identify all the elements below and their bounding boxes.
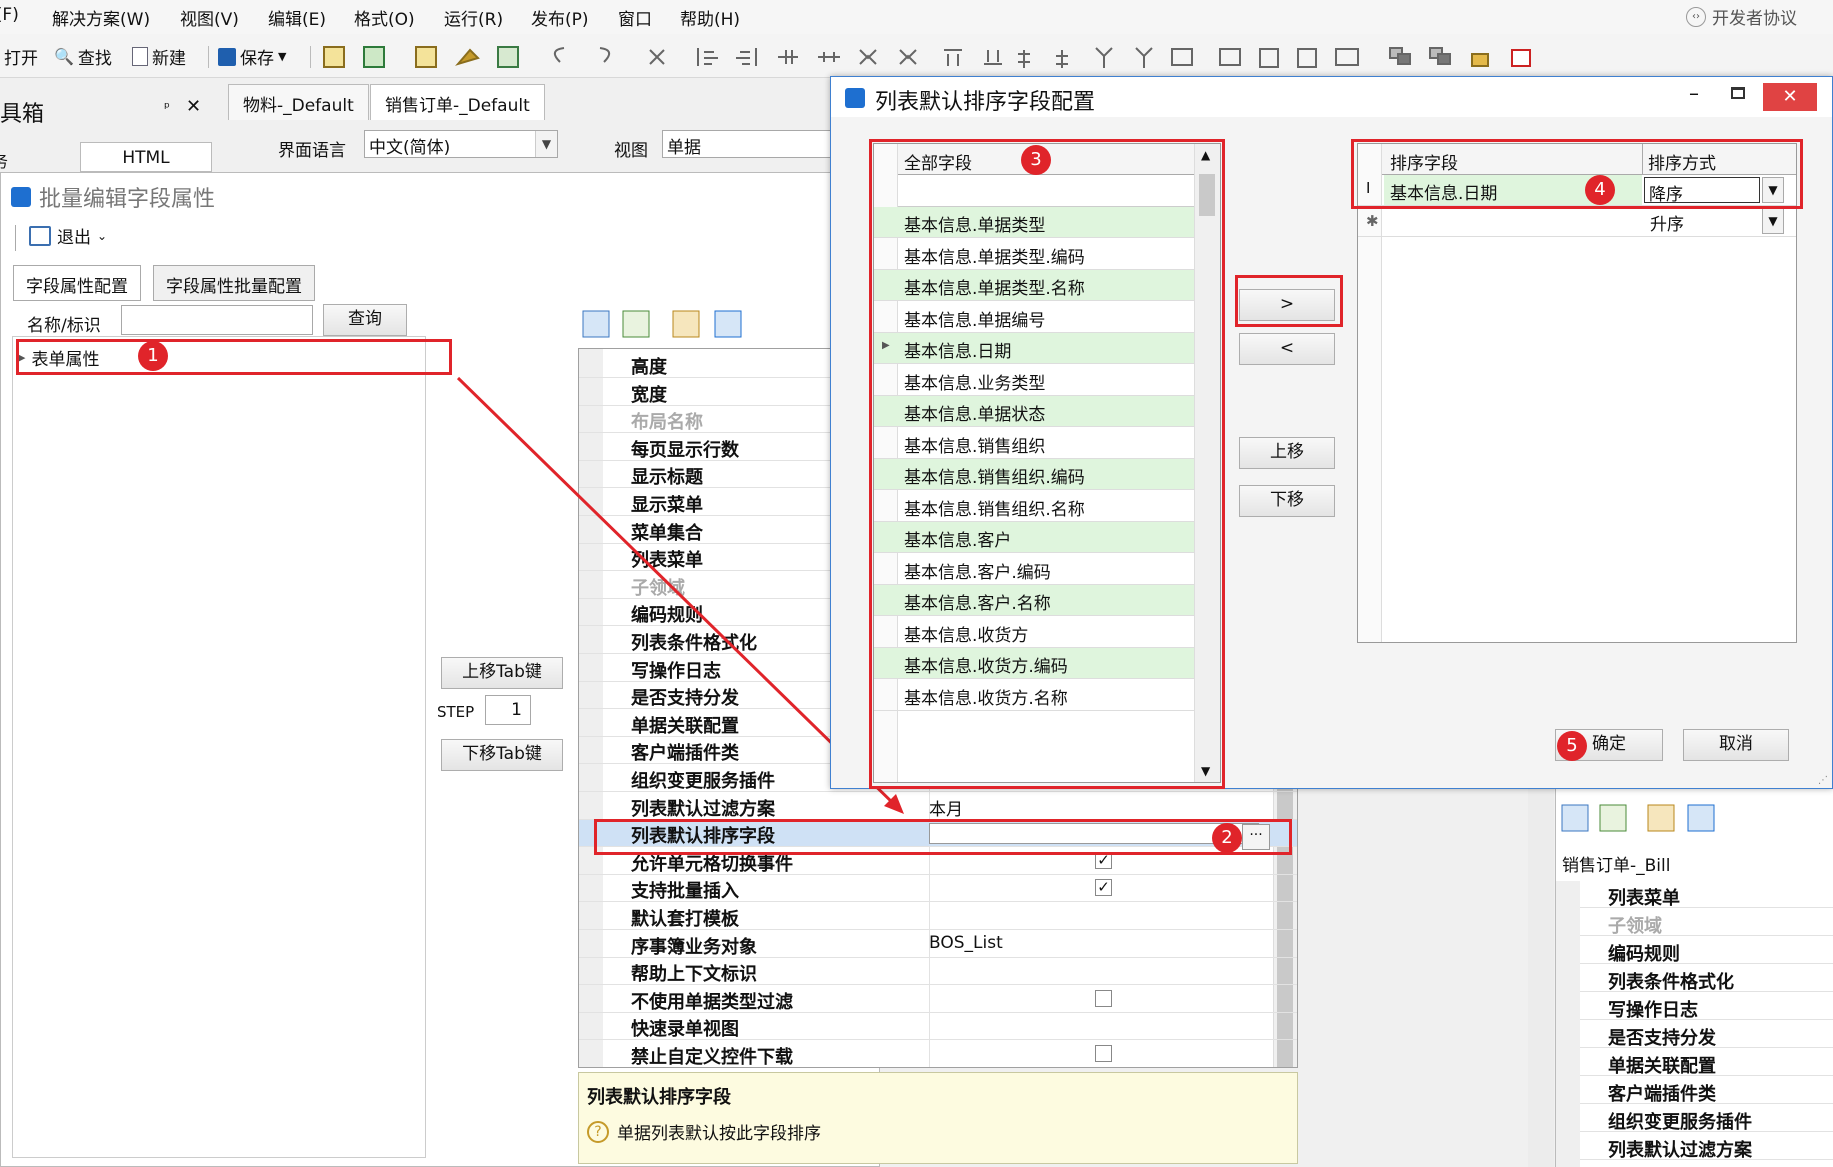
move-down-button[interactable]: 下移 <box>1239 485 1335 517</box>
sort-fields-list: 排序字段 排序方式 I 基本信息.日期 降序 ▼ ✱ 升序 ▼ <box>1357 143 1797 643</box>
maximize-icon[interactable] <box>1731 87 1745 99</box>
dialog-titlebar: 列表默认排序字段配置 – ✕ <box>831 77 1832 117</box>
app-icon <box>845 88 865 108</box>
badge-5: 5 <box>1557 731 1587 761</box>
move-up-button[interactable]: 上移 <box>1239 437 1335 469</box>
chevron-down-icon[interactable]: ▼ <box>1762 208 1784 234</box>
new-row-icon: ✱ <box>1366 212 1379 230</box>
resize-grip-icon[interactable]: ⋰ <box>1818 775 1828 786</box>
cancel-button[interactable]: 取消 <box>1683 729 1789 761</box>
minimize-icon[interactable]: – <box>1689 81 1699 105</box>
sort-new-order[interactable]: 升序 <box>1650 210 1684 235</box>
sort-new-row[interactable]: ✱ 升序 ▼ <box>1358 206 1796 237</box>
badge-4: 4 <box>1585 175 1615 205</box>
sort-field-config-dialog: 列表默认排序字段配置 – ✕ 全部字段 ᵩ 基本信息.单据类型基本信息.单据类型… <box>830 76 1833 789</box>
close-icon[interactable]: ✕ <box>1763 83 1817 111</box>
remove-field-button[interactable]: < <box>1239 333 1335 365</box>
highlight-all-fields <box>869 139 1225 789</box>
badge-3: 3 <box>1021 145 1051 175</box>
highlight-sort-row <box>1351 139 1803 209</box>
highlight-add-button <box>1235 275 1343 327</box>
